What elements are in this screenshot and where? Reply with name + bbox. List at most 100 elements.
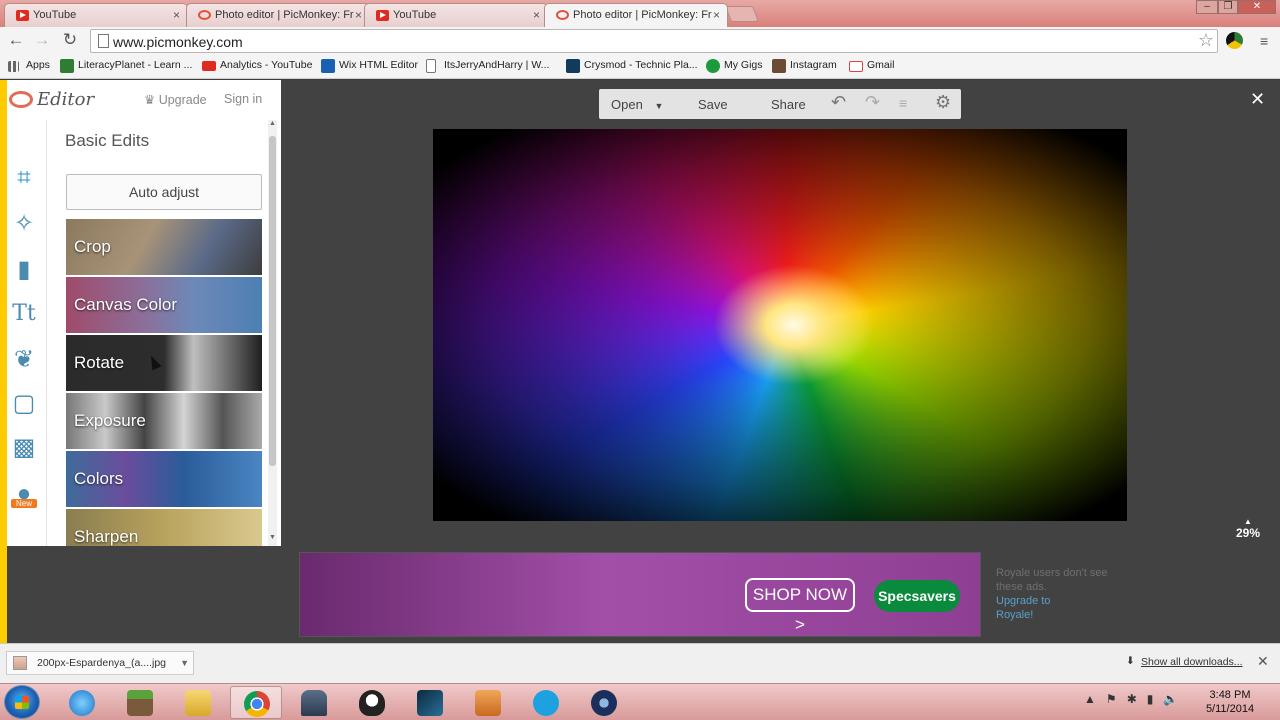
close-downloads-icon[interactable]: ✕ [1257,653,1269,670]
picmonkey-swirl-icon [9,91,33,108]
extension-icon[interactable] [1226,32,1243,49]
download-filename: 200px-Espardenya_(a....jpg [37,657,166,669]
browser-tab-1[interactable]: YouTube × [4,3,188,27]
bookmark-crysmod[interactable]: Crysmod - Technic Pla... [566,59,698,75]
flag-icon[interactable]: ⚑ [1106,692,1117,706]
texture-icon[interactable]: ▩ [7,432,41,464]
upgrade-royale-link[interactable]: Upgrade to [996,594,1116,608]
crop-icon[interactable]: ⌗ [7,162,41,194]
chrome-menu-icon[interactable]: ≡ [1260,33,1272,49]
taskbar-app-10[interactable] [578,686,630,719]
taskbar-explorer[interactable] [172,686,224,719]
frame-icon[interactable]: ▢ [7,388,41,420]
tab-title: Photo editor | PicMonkey: Fr [573,9,712,21]
address-bar[interactable]: www.picmonkey.com ☆ [90,29,1218,53]
butterfly-icon[interactable]: ❦ [7,344,41,376]
tab-title: Photo editor | PicMonkey: Fr [215,9,354,21]
youtube-icon [202,61,216,71]
redo-icon[interactable]: ↷ [865,92,880,113]
magic-wand-icon[interactable]: ✧ [7,208,41,240]
volume-icon[interactable]: 🔈 [1163,692,1178,706]
taskbar-chrome[interactable] [230,686,282,719]
bookmark-wix[interactable]: Wix HTML Editor [321,59,418,75]
bookmark-label: LiteracyPlanet - Learn ... [78,59,193,71]
close-editor-icon[interactable]: ✕ [1250,89,1265,110]
downloads-bar: 200px-Espardenya_(a....jpg ▼ ⬇ Show all d… [0,643,1280,683]
back-arrow-icon[interactable]: ← [6,31,26,51]
gear-icon[interactable]: ⚙ [935,92,951,113]
tool-rotate[interactable]: Rotate [66,335,262,391]
download-item[interactable]: 200px-Espardenya_(a....jpg ▼ [6,651,194,675]
royale-text: Royale users don't see these ads. [996,567,1108,593]
layers-icon[interactable]: ≡ [899,95,907,111]
picmonkey-icon [198,10,211,20]
browser-tab-2[interactable]: Photo editor | PicMonkey: Fr × [186,3,370,27]
taskbar-app-8[interactable] [462,686,514,719]
bookmark-literacyplanet[interactable]: LiteracyPlanet - Learn ... [60,59,192,75]
bookmark-label: Instagram [790,59,837,71]
shop-now-button[interactable]: SHOP NOW > [745,578,855,634]
show-all-downloads-link[interactable]: ⬇ Show all downloads... [1126,655,1243,668]
tool-sharpen[interactable]: Sharpen [66,509,262,546]
system-tray[interactable]: ▲ ⚑ ✱ ▮ 🔈 [1084,692,1178,706]
apps-grid-icon [8,61,19,72]
browser-tab-4[interactable]: Photo editor | PicMonkey: Fr × [544,3,728,27]
royale-link[interactable]: Royale! [996,608,1116,622]
new-tab-button[interactable] [725,6,759,22]
brush-icon[interactable]: ▮ [7,254,41,286]
tool-canvas-color[interactable]: Canvas Color [66,277,262,333]
bookmark-mygigs[interactable]: My Gigs [706,59,763,75]
taskbar-clock[interactable]: 3:48 PM 5/11/2014 [1200,688,1260,716]
tool-exposure[interactable]: Exposure [66,393,262,449]
bookmark-analytics[interactable]: Analytics - YouTube [202,59,312,75]
reload-icon[interactable]: ↻ [60,31,80,51]
taskbar-internet-explorer[interactable] [56,686,108,719]
close-icon[interactable]: × [713,8,720,22]
specsavers-logo[interactable]: Specsavers [874,580,960,612]
url-text[interactable]: www.picmonkey.com [113,34,243,50]
browser-tab-3[interactable]: YouTube × [364,3,548,27]
bookmark-star-icon[interactable]: ☆ [1198,30,1214,51]
close-icon[interactable]: × [533,8,540,22]
taskbar-app-7[interactable] [404,686,456,719]
bookmark-instagram[interactable]: Instagram [772,59,837,75]
app-tray-icon[interactable]: ✱ [1127,692,1137,706]
tray-expand-icon[interactable]: ▲ [1084,692,1096,706]
network-icon[interactable]: ▮ [1147,692,1154,706]
maximize-button[interactable]: ❐ [1218,0,1238,14]
taskbar-app-5[interactable] [288,686,340,719]
start-button[interactable] [4,685,40,719]
taskbar-minecraft[interactable] [114,686,166,719]
scroll-up-icon[interactable]: ▲ [268,120,277,127]
minimize-button[interactable]: – [1196,0,1218,14]
sign-in-link[interactable]: Sign in [224,92,262,106]
save-button[interactable]: Save [698,97,728,112]
open-button[interactable]: Open ▼ [611,97,663,112]
tool-crop[interactable]: Crop [66,219,262,275]
picmonkey-logo[interactable]: Editor [9,89,94,110]
close-icon[interactable]: × [173,8,180,22]
photo-canvas[interactable] [433,129,1127,521]
robot-icon [301,690,327,716]
taskbar-skype[interactable] [520,686,572,719]
bookmark-itsjerryandharry[interactable]: ItsJerryAndHarry | W... [426,59,549,75]
window-close-button[interactable]: ✕ [1238,0,1276,14]
tool-colors[interactable]: Colors [66,451,262,507]
taskbar-app-6[interactable] [346,686,398,719]
advertisement-banner[interactable]: SHOP NOW > Specsavers [299,552,981,637]
chevron-down-icon[interactable]: ▼ [180,652,189,674]
scroll-down-icon[interactable]: ▼ [268,534,277,541]
picmonkey-app: Editor ♛ Upgrade Sign in ⌗ ✧ ▮ Tt ❦ ▢ ▩ … [0,80,1280,643]
bookmark-gmail[interactable]: Gmail [849,59,894,75]
share-button[interactable]: Share [771,97,806,112]
zoom-control[interactable]: ▲ 29% [1236,517,1260,540]
minecraft-icon [127,690,153,716]
sidebar-scroll-thumb[interactable] [269,136,276,466]
close-icon[interactable]: × [355,8,362,22]
bookmark-apps[interactable]: Apps [8,59,50,75]
forward-arrow-icon[interactable]: → [32,31,52,51]
upgrade-link[interactable]: ♛ Upgrade [144,92,207,107]
undo-icon[interactable]: ↶ [831,92,846,113]
auto-adjust-button[interactable]: Auto adjust [66,174,262,210]
text-icon[interactable]: Tt [7,298,41,330]
